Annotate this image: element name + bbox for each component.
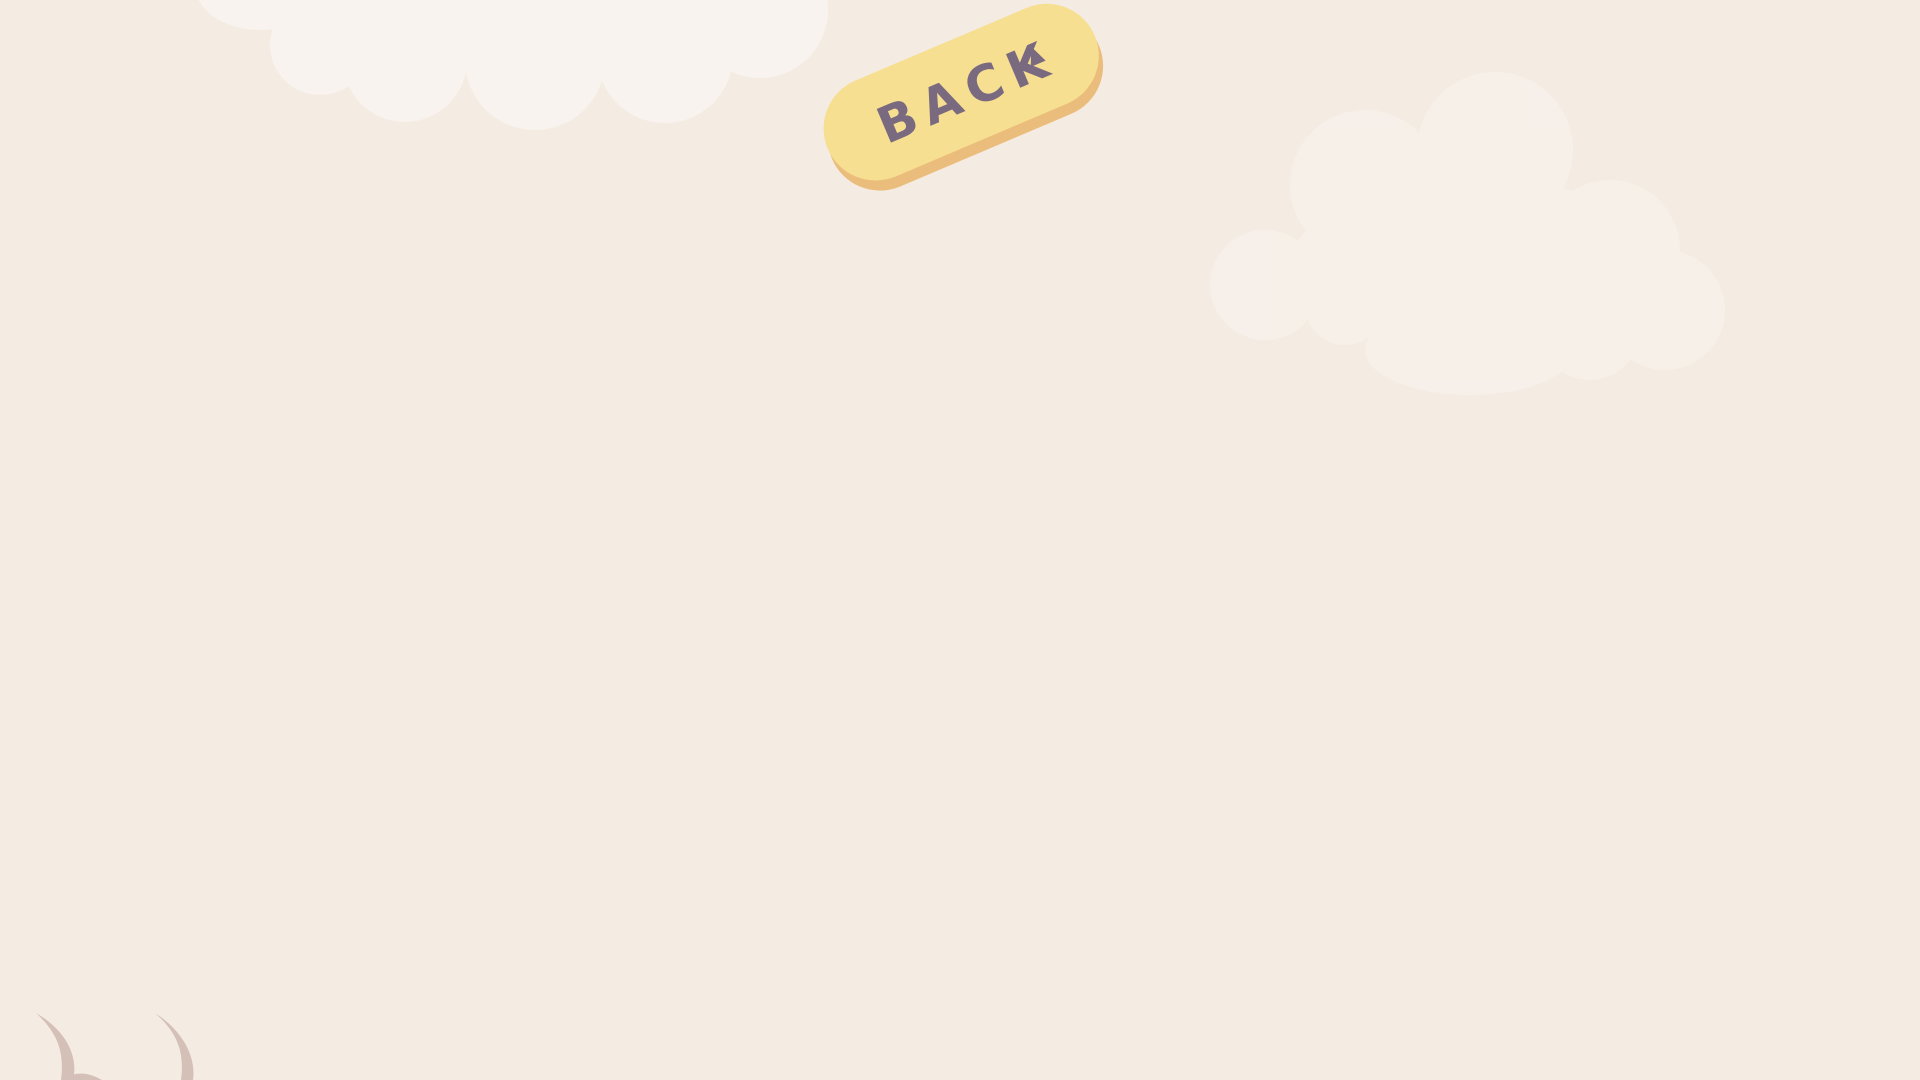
sky-background (0, 0, 1920, 1080)
game-scene: BACK (0, 0, 1920, 1080)
